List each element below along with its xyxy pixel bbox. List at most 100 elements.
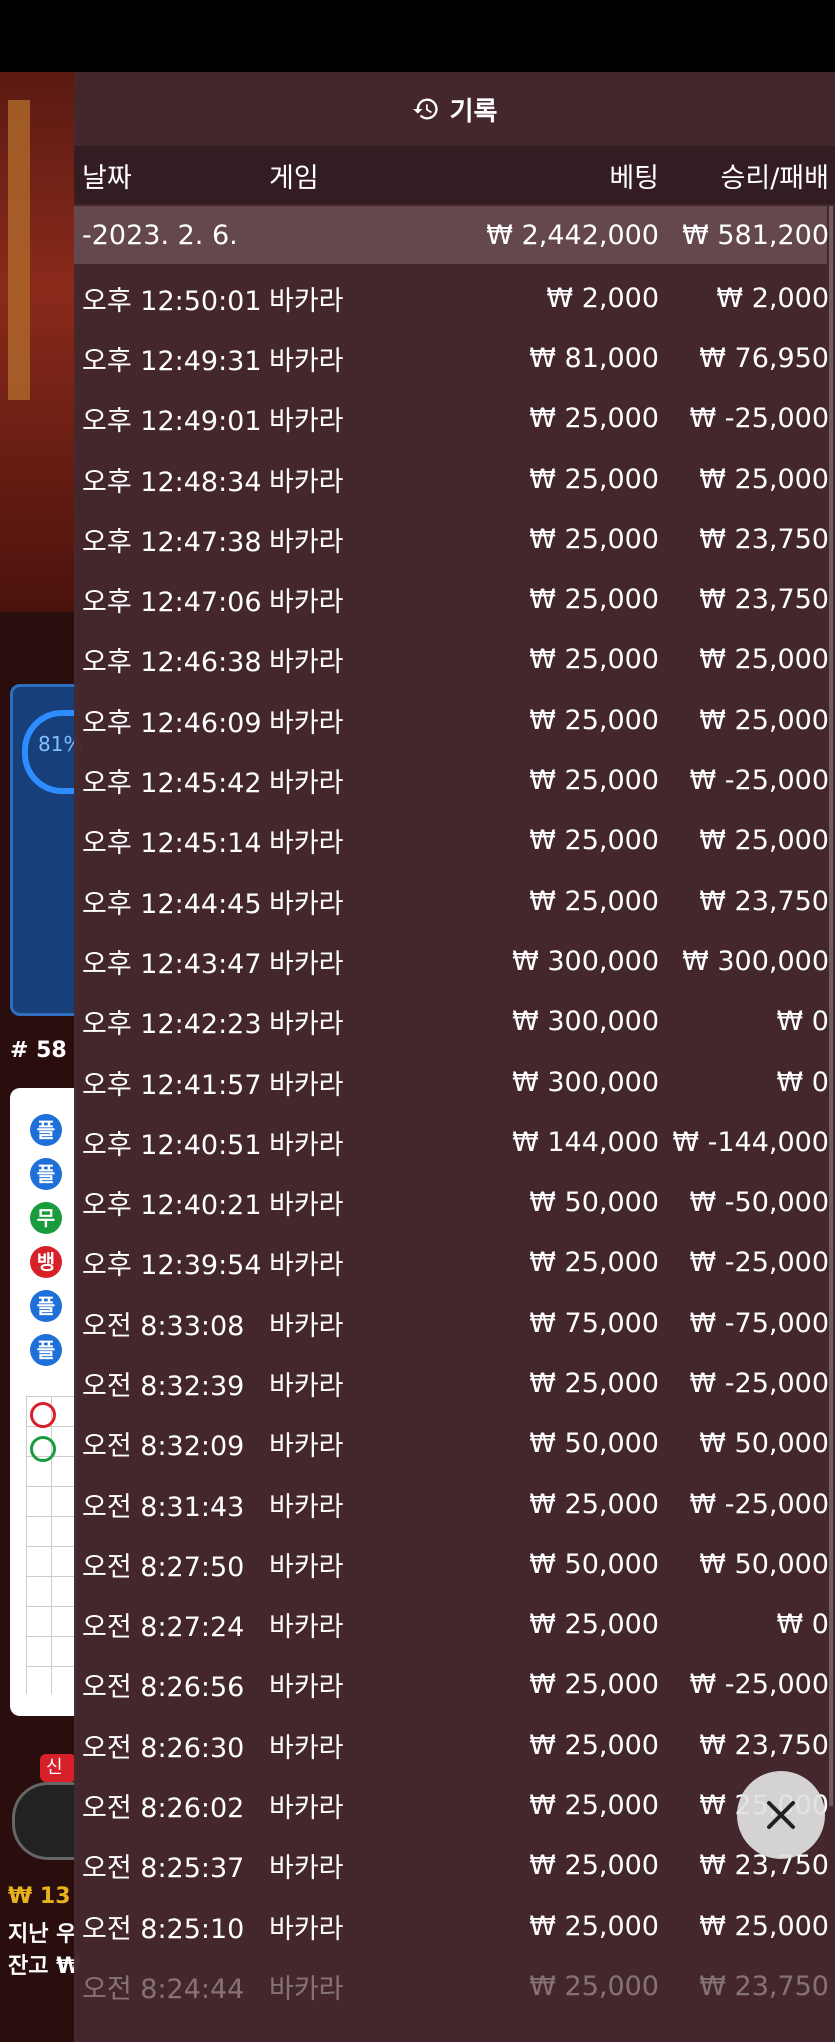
history-row[interactable]: 오후 12:44:45 바카라 ₩ 25,000 ₩ 23,750 — [74, 871, 829, 931]
history-row[interactable]: 오후 12:45:14 바카라 ₩ 25,000 ₩ 25,000 — [74, 811, 829, 871]
history-row[interactable]: 오전 8:25:10 바카라 ₩ 25,000 ₩ 25,000 — [74, 1896, 829, 1956]
row-bet: ₩ 25,000 — [529, 825, 659, 857]
history-row[interactable]: 오전 8:27:50 바카라 ₩ 50,000 ₩ 50,000 — [74, 1534, 829, 1594]
history-row[interactable]: 오후 12:43:47 바카라 ₩ 300,000 ₩ 300,000 — [74, 931, 829, 991]
history-row[interactable]: 오후 12:48:34 바카라 ₩ 25,000 ₩ 25,000 — [74, 449, 829, 509]
row-game: 바카라 — [269, 1551, 344, 1583]
row-game: 바카라 — [269, 526, 344, 558]
row-result: ₩ 0 — [776, 1609, 829, 1641]
history-row[interactable]: 오후 12:40:21 바카라 ₩ 50,000 ₩ -50,000 — [74, 1172, 830, 1232]
history-list[interactable]: 오후 12:50:01 바카라 ₩ 2,000 ₩ 2,000 오후 12:49:31 바… — [74, 268, 830, 2017]
row-time: 오후 12:47:06 — [82, 587, 262, 619]
row-game: 바카라 — [269, 1913, 344, 1945]
column-header-game: 게임 — [269, 162, 319, 194]
row-game: 바카라 — [269, 948, 344, 980]
balance-text: 잔고 ₩ — [8, 1954, 81, 1979]
row-time: 오후 12:50:01 — [82, 285, 262, 317]
row-result: ₩ -25,000 — [689, 403, 830, 435]
row-bet: ₩ 25,000 — [529, 704, 659, 736]
row-result: ₩ 23,750 — [699, 1729, 829, 1761]
row-game: 바카라 — [269, 1672, 344, 1704]
history-row[interactable]: 오전 8:26:56 바카라 ₩ 25,000 ₩ -25,000 — [74, 1655, 829, 1715]
row-game: 바카라 — [269, 345, 344, 377]
row-result: ₩ 50,000 — [699, 1548, 829, 1580]
row-game: 바카라 — [269, 1973, 344, 2005]
row-game: 바카라 — [269, 1250, 344, 1282]
row-time: 오후 12:44:45 — [82, 888, 262, 920]
row-time: 오전 8:25:37 — [82, 1853, 245, 1885]
row-game: 바카라 — [269, 1491, 344, 1523]
history-row[interactable]: 오전 8:26:02바카라₩ 25,000₩ 25,000 — [74, 1775, 829, 1835]
row-bet: ₩ 25,000 — [529, 1729, 659, 1761]
row-bet: ₩ 50,000 — [529, 1428, 659, 1460]
row-time: 오후 12:49:01 — [82, 406, 262, 438]
history-row[interactable]: 오전 8:31:43 바카라 ₩ 25,000 ₩ -25,000 — [74, 1474, 829, 1534]
row-game: 바카라 — [269, 285, 344, 317]
history-row[interactable]: 오전 8:24:44 바카라 ₩ 25,000 ₩ 23,750 — [74, 1956, 829, 2016]
history-row[interactable]: 오후 12:50:01 바카라 ₩ 2,000 ₩ 2,000 — [74, 268, 829, 328]
history-row[interactable]: 오전 8:25:37 바카라 ₩ 25,000 ₩ 23,750 — [74, 1836, 829, 1896]
history-row[interactable]: 오후 12:42:23 바카라 ₩ 300,000 ₩ 0 — [74, 992, 829, 1052]
row-result: ₩ 25,000 — [699, 463, 829, 495]
row-time: 오전 8:26:30 — [82, 1732, 245, 1764]
row-time: 오전 8:25:10 — [82, 1913, 245, 1945]
row-game: 바카라 — [269, 647, 344, 679]
row-bet: ₩ 25,000 — [529, 1910, 659, 1942]
row-game: 바카라 — [269, 466, 344, 498]
row-game: 바카라 — [269, 587, 344, 619]
row-bet: ₩ 25,000 — [529, 644, 659, 676]
history-row[interactable]: 오후 12:47:06 바카라 ₩ 25,000 ₩ 23,750 — [74, 569, 829, 629]
history-row[interactable]: 오후 12:45:42 바카라 ₩ 25,000 ₩ -25,000 — [74, 750, 830, 810]
history-row[interactable]: 오전 8:26:30 바카라 ₩ 25,000 ₩ 23,750 — [74, 1715, 829, 1775]
row-result: ₩ -50,000 — [689, 1187, 830, 1219]
row-game: 바카라 — [269, 1853, 344, 1885]
row-game: 바카라 — [269, 707, 344, 739]
history-row[interactable]: 오전 8:32:09 바카라 ₩ 50,000 ₩ 50,000 — [74, 1414, 829, 1474]
history-row[interactable]: 오후 12:47:38 바카라 ₩ 25,000 ₩ 23,750 — [74, 509, 829, 569]
history-row[interactable]: 오후 12:46:09 바카라 ₩ 25,000 ₩ 25,000 — [74, 690, 829, 750]
close-button[interactable] — [737, 1771, 825, 1859]
history-row[interactable]: 오후 12:49:01 바카라 ₩ 25,000 ₩ -25,000 — [74, 389, 830, 449]
date-summary-row[interactable]: -2023. 2. 6. ₩ 2,442,000 ₩ 581,200 — [74, 206, 829, 264]
summary-bet-total: ₩ 2,442,000 — [486, 219, 659, 251]
row-bet: ₩ 25,000 — [529, 1850, 659, 1882]
history-row[interactable]: 오전 8:32:39 바카라 ₩ 25,000 ₩ -25,000 — [74, 1353, 830, 1413]
row-result: ₩ -75,000 — [689, 1307, 830, 1339]
row-result: ₩ 2,000 — [716, 282, 829, 314]
row-bet: ₩ 50,000 — [529, 1548, 659, 1580]
history-row[interactable]: 오전 8:33:08 바카라 ₩ 75,000 ₩ -75,000 — [74, 1293, 830, 1353]
history-row[interactable]: 오후 12:41:57 바카라 ₩ 300,000 ₩ 0 — [74, 1052, 829, 1112]
history-panel: 기록 날짜 게임 베팅 승리/패배 -2023. 2. 6. ₩ 2,442,0… — [74, 72, 835, 2042]
row-game: 바카라 — [269, 1069, 344, 1101]
row-result: ₩ -25,000 — [689, 1367, 830, 1399]
row-result: ₩ 23,750 — [699, 584, 829, 616]
history-row[interactable]: 오후 12:40:51 바카라 ₩ 144,000 ₩ -144,000 — [74, 1112, 829, 1172]
row-result: ₩ 300,000 — [682, 945, 829, 977]
history-row[interactable]: 오전 8:27:24 바카라 ₩ 25,000 ₩ 0 — [74, 1595, 829, 1655]
row-time: 오후 12:49:31 — [82, 345, 262, 377]
row-result: ₩ -25,000 — [689, 765, 830, 797]
chat-button[interactable] — [12, 1782, 79, 1860]
row-bet: ₩ 75,000 — [529, 1307, 659, 1339]
row-time: 오후 12:46:38 — [82, 647, 262, 679]
road-badge-player: 플 — [30, 1290, 62, 1322]
history-row[interactable]: 오후 12:39:54 바카라 ₩ 25,000 ₩ -25,000 — [74, 1233, 829, 1293]
row-bet: ₩ 81,000 — [529, 342, 659, 374]
history-icon — [412, 98, 438, 120]
row-result: ₩ -144,000 — [672, 1126, 829, 1158]
history-row[interactable]: 오후 12:49:31 바카라 ₩ 81,000 ₩ 76,950 — [74, 328, 829, 388]
scrollbar[interactable] — [829, 206, 833, 1806]
row-result: ₩ 0 — [776, 1066, 829, 1098]
row-result: ₩ 50,000 — [699, 1428, 829, 1460]
row-bet: ₩ 144,000 — [512, 1126, 659, 1158]
row-result: ₩ 0 — [776, 1006, 829, 1038]
row-bet: ₩ 25,000 — [529, 1247, 659, 1279]
road-badge-player: 플 — [30, 1158, 62, 1190]
panel-title: 기록 — [449, 96, 498, 127]
row-time: 오후 12:45:42 — [82, 768, 262, 800]
history-row[interactable]: 오후 12:46:38 바카라 ₩ 25,000 ₩ 25,000 — [74, 630, 829, 690]
row-result: ₩ 25,000 — [699, 704, 829, 736]
summary-result-total: ₩ 581,200 — [682, 219, 829, 251]
new-tag: 신 — [40, 1754, 76, 1782]
row-bet: ₩ 25,000 — [529, 463, 659, 495]
